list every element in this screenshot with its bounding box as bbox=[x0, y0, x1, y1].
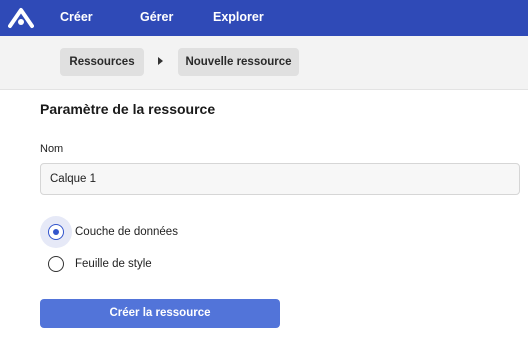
nav-create[interactable]: Créer bbox=[60, 0, 93, 36]
radio-checked-icon[interactable] bbox=[48, 224, 64, 240]
radio-option-data-layer[interactable]: Couche de données bbox=[40, 216, 240, 248]
radio-label-stylesheet: Feuille de style bbox=[75, 258, 152, 270]
name-field-label: Nom bbox=[40, 143, 64, 155]
top-navbar: Créer Gérer Explorer bbox=[0, 0, 528, 36]
radio-label-data-layer: Couche de données bbox=[75, 226, 178, 238]
chevron-right-icon bbox=[158, 57, 163, 65]
brand-logo-icon[interactable] bbox=[8, 6, 34, 30]
nav-manage[interactable]: Gérer bbox=[140, 0, 173, 36]
radio-unchecked-icon[interactable] bbox=[48, 256, 64, 272]
radio-option-stylesheet[interactable]: Feuille de style bbox=[40, 248, 240, 280]
breadcrumb-item-new-resource[interactable]: Nouvelle ressource bbox=[178, 48, 299, 76]
create-resource-button[interactable]: Créer la ressource bbox=[40, 299, 280, 328]
page-title: Paramètre de la ressource bbox=[40, 101, 216, 117]
breadcrumb-item-resources[interactable]: Ressources bbox=[60, 48, 144, 76]
name-field[interactable] bbox=[40, 163, 520, 195]
nav-explore[interactable]: Explorer bbox=[213, 0, 264, 36]
breadcrumb: Ressources Nouvelle ressource bbox=[0, 36, 528, 90]
